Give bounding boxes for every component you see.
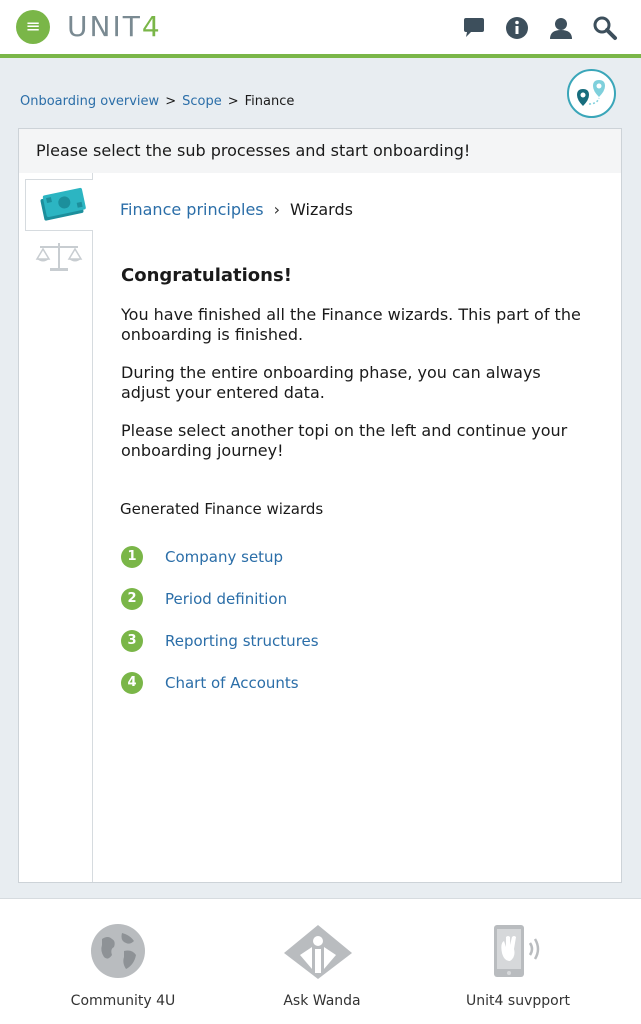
wizard-link[interactable]: Period definition [165, 588, 287, 610]
breadcrumb-separator: > [227, 94, 239, 109]
footer-ask-wanda[interactable]: Ask Wanda [242, 899, 402, 1024]
wanda-icon [284, 925, 352, 979]
unit4-logo[interactable]: UNIT4 [67, 10, 162, 44]
panel-content: Finance principles › Wizards Congratulatio… [93, 173, 621, 882]
crumb-wizards: Wizards [290, 200, 353, 219]
breadcrumb: Onboarding overview > Scope > Finance [20, 93, 294, 111]
breadcrumb-separator: > [165, 94, 177, 109]
wizard-link[interactable]: Reporting structures [165, 630, 319, 652]
wizard-link[interactable]: Chart of Accounts [165, 672, 299, 694]
user-icon[interactable] [548, 15, 574, 41]
step-number-badge: 1 [121, 546, 143, 568]
footer-label: Community 4U [70, 993, 176, 1009]
footer-unit4-support[interactable]: Unit4 suvpport [438, 899, 598, 1024]
logo-accent: 4 [141, 10, 162, 43]
search-icon[interactable] [592, 15, 618, 41]
map-pin-icon [577, 80, 605, 106]
crumb-finance-principles[interactable]: Finance principles [120, 200, 264, 219]
chevron-right-icon: › [273, 200, 281, 219]
step-number-badge: 2 [121, 588, 143, 610]
sub-breadcrumb: Finance principles › Wizards [120, 199, 353, 221]
adjust-message: During the entire onboarding phase, you … [121, 363, 541, 402]
footer-community-4u[interactable]: Community 4U [43, 899, 203, 1024]
side-tab-finance[interactable] [25, 179, 93, 231]
step-number-badge: 3 [121, 630, 143, 652]
header-accent-bar [0, 54, 641, 58]
footer-label: Ask Wanda [283, 993, 361, 1009]
breadcrumb-onboarding-overview[interactable]: Onboarding overview [20, 94, 159, 109]
app-header: ≡ UNIT4 [0, 0, 641, 54]
panel-heading: Please select the sub processes and star… [19, 129, 621, 173]
chat-icon[interactable] [461, 15, 487, 41]
side-tab-column [19, 173, 93, 882]
footer-label: Unit4 suvpport [466, 993, 570, 1009]
onboarding-panel: Please select the sub processes and star… [18, 128, 622, 883]
step-number-badge: 4 [121, 672, 143, 694]
continue-message: Please select another topi on the left a… [121, 421, 568, 460]
side-tab-scale[interactable] [25, 231, 93, 283]
breadcrumb-scope[interactable]: Scope [182, 94, 222, 109]
info-icon[interactable] [504, 15, 530, 41]
wizard-link[interactable]: Company setup [165, 546, 283, 568]
money-icon [40, 187, 86, 221]
breadcrumb-finance: Finance [244, 94, 295, 109]
logo-text: UNIT [67, 10, 142, 43]
generated-wizards-title: Generated Finance wizards [120, 500, 324, 518]
scale-icon [35, 243, 83, 271]
globe-icon [91, 924, 145, 978]
menu-button[interactable]: ≡ [16, 10, 50, 44]
footer-links: Community 4U Ask Wanda Unit4 suvpport [0, 898, 641, 1024]
phone-support-icon [494, 925, 540, 977]
journey-map-button[interactable] [567, 69, 616, 118]
finished-message: You have finished all the Finance wizard… [121, 305, 581, 344]
congrats-title: Congratulations! [121, 265, 292, 286]
